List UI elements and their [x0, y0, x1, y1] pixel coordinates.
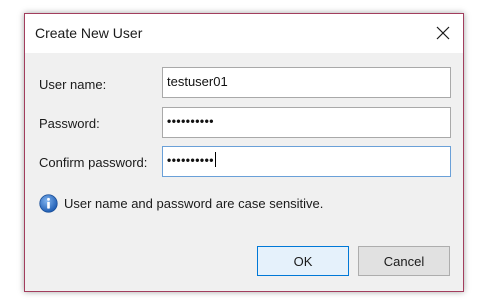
- username-label: User name:: [39, 77, 107, 92]
- username-value: testuser01: [167, 74, 228, 89]
- confirm-password-label: Confirm password:: [39, 155, 148, 170]
- info-row: User name and password are case sensitiv…: [39, 194, 323, 213]
- create-user-dialog: Create New User User name: testuser01 Pa…: [24, 13, 464, 292]
- dialog-title: Create New User: [35, 25, 143, 41]
- info-message: User name and password are case sensitiv…: [64, 196, 324, 211]
- password-label: Password:: [39, 116, 100, 131]
- close-icon: [436, 26, 450, 40]
- cancel-button[interactable]: Cancel: [358, 246, 450, 276]
- confirm-password-input[interactable]: ••••••••••: [162, 146, 451, 177]
- close-button[interactable]: [429, 19, 457, 47]
- dialog-titlebar: Create New User: [25, 14, 463, 53]
- password-value: ••••••••••: [167, 114, 215, 128]
- password-input[interactable]: ••••••••••: [162, 107, 451, 138]
- confirm-password-value: ••••••••••: [167, 153, 215, 167]
- info-icon: [39, 194, 58, 213]
- username-input[interactable]: testuser01: [162, 67, 451, 98]
- text-caret: [215, 152, 217, 168]
- ok-button[interactable]: OK: [257, 246, 349, 276]
